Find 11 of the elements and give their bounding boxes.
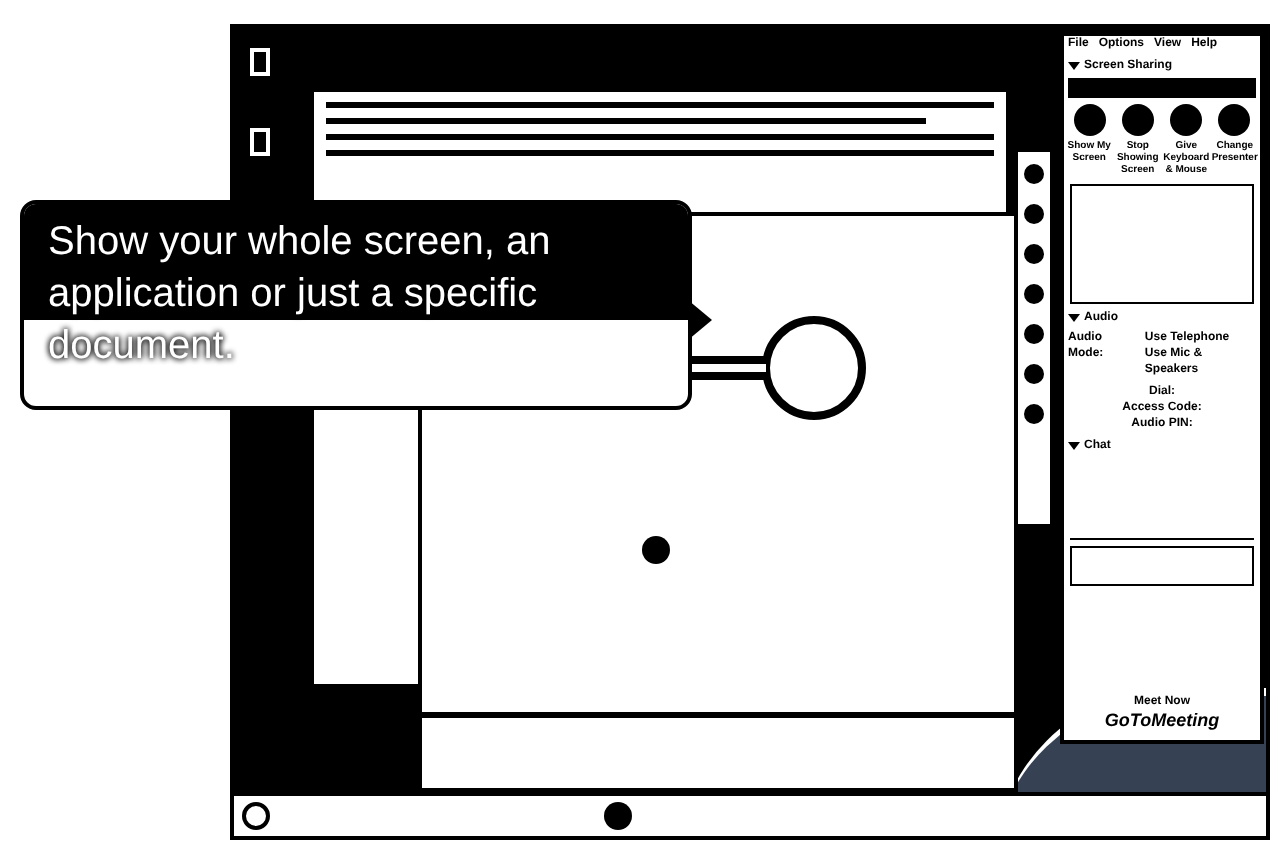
desktop-icon[interactable] — [250, 48, 270, 76]
callout-text: Show your whole screen, an application or just a specific document. — [43, 218, 553, 372]
help-icon — [642, 536, 670, 564]
chat-input-field[interactable] — [1070, 546, 1254, 586]
desktop-icon[interactable] — [250, 128, 270, 156]
brand-logo: GoToMeeting — [1104, 710, 1220, 732]
expand-icon[interactable] — [1068, 442, 1080, 450]
start-icon[interactable] — [242, 802, 270, 830]
expand-icon[interactable] — [1068, 62, 1080, 70]
expand-icon[interactable] — [1068, 314, 1080, 322]
taskbar-app-icon[interactable] — [604, 802, 632, 830]
